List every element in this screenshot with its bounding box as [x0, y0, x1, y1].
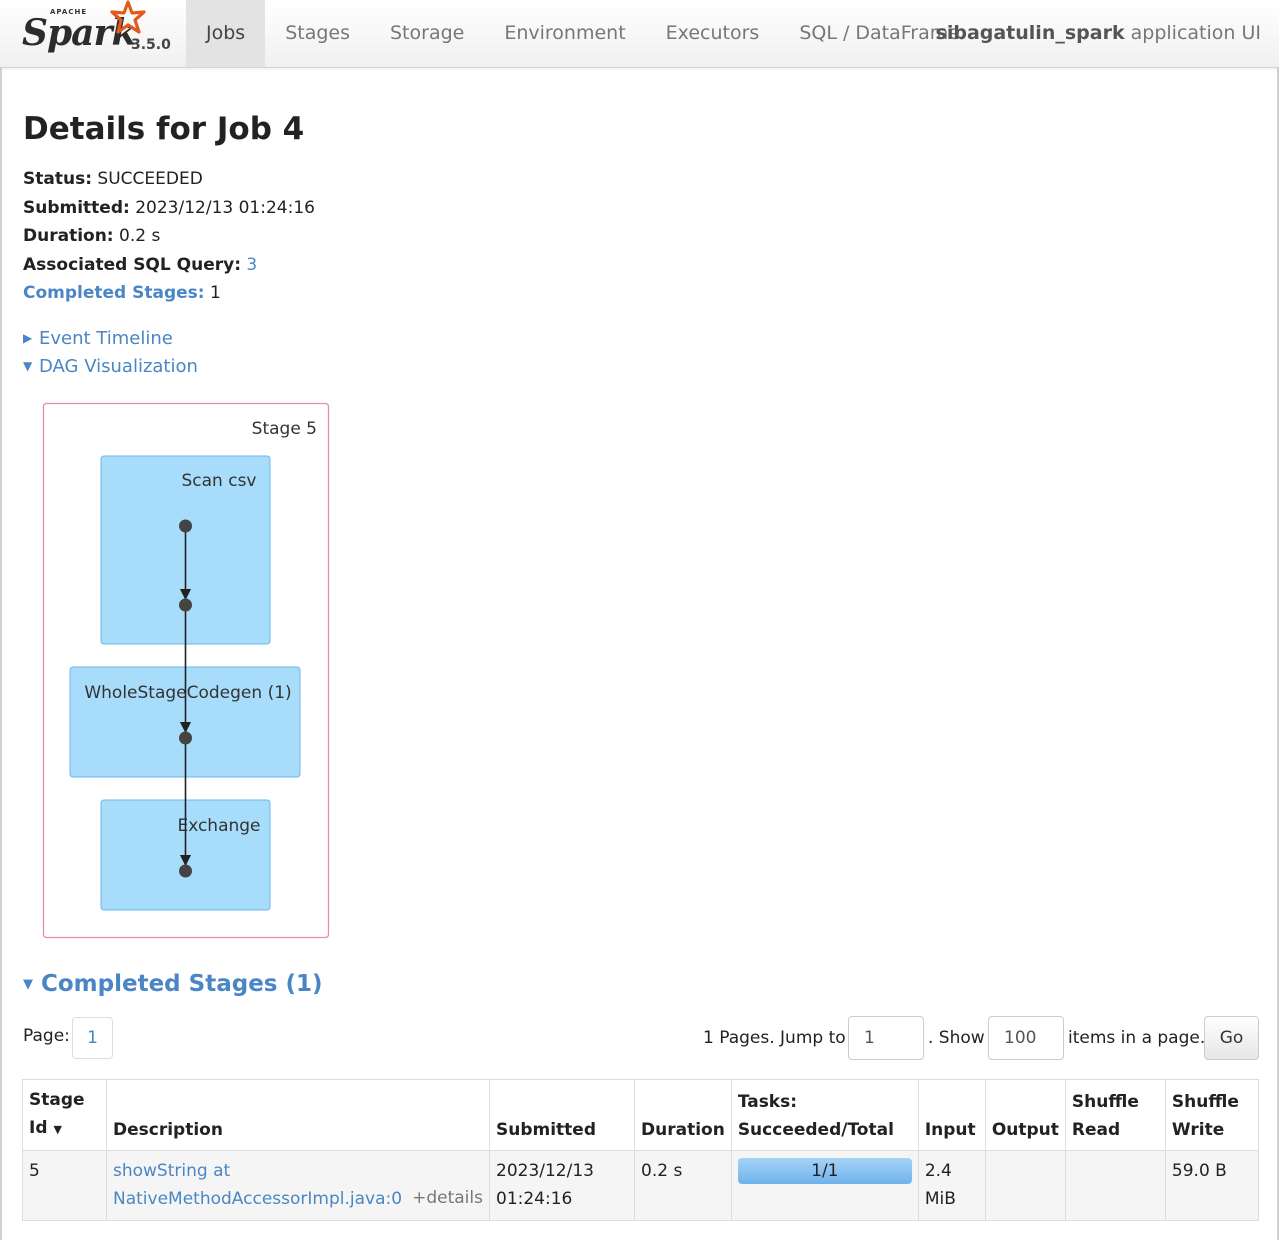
dag-point-2[interactable] — [179, 598, 192, 612]
dag-node-exchange-label: Exchange — [177, 816, 260, 836]
completed-stages-table: Stage Id ▼ Description Submitted Duration … — [22, 1079, 1260, 1221]
tasks-progress-bar: 1/1 — [737, 1158, 912, 1184]
status-value: SUCCEEDED — [92, 169, 203, 189]
dag-node-scan-csv-label: Scan csv — [182, 471, 257, 491]
cell-submitted: 2023/12/13 01:24:16 — [489, 1150, 635, 1221]
dag-node-wholestagecodegen-label: WholeStageCodegen (1) — [84, 683, 291, 703]
summary-completed-stages: Completed Stages: 1 — [23, 279, 315, 308]
show-text: . Show — [928, 1028, 985, 1048]
event-timeline-label: Event Timeline — [39, 328, 173, 349]
application-title: sibagatulin_spark application UI — [936, 0, 1261, 67]
col-submitted[interactable]: Submitted — [489, 1079, 635, 1151]
tasks-progress-label: 1/1 — [811, 1161, 839, 1181]
top-navbar: APACHE Spark 3.5.0 Jobs Stages Storage E… — [0, 0, 1279, 68]
cell-duration: 0.2 s — [634, 1150, 732, 1221]
tab-storage[interactable]: Storage — [370, 0, 484, 67]
summary-status: Status: SUCCEEDED — [23, 165, 315, 194]
dag-point-4[interactable] — [179, 864, 192, 878]
tab-stages[interactable]: Stages — [265, 0, 370, 67]
job-summary: Status: SUCCEEDED Submitted: 2023/12/13 … — [23, 165, 315, 308]
col-stage-id-line1: Stage — [29, 1090, 85, 1110]
details-toggle[interactable]: +details — [412, 1184, 483, 1212]
dag-graph: Stage 5 Scan csv WholeStageCodegen (1) E… — [42, 402, 330, 939]
spark-version: 3.5.0 — [131, 37, 171, 53]
caret-right-icon: ▶ — [23, 331, 33, 345]
submitted-time: 01:24:16 — [496, 1189, 573, 1209]
description-line2: NativeMethodAccessorImpl.java:0 — [113, 1189, 403, 1209]
duration-value: 0.2 s — [113, 226, 161, 246]
cell-input: 2.4 MiB — [917, 1150, 986, 1221]
nav-tabs: Jobs Stages Storage Environment Executor… — [186, 0, 980, 67]
cell-tasks: 1/1 — [730, 1150, 919, 1221]
page-label: Page: — [23, 1026, 70, 1046]
items-per-page-text: items in a page. — [1068, 1028, 1206, 1048]
cell-description: showString at NativeMethodAccessorImpl.ja… — [106, 1150, 490, 1221]
spark-logo[interactable]: APACHE Spark 3.5.0 — [20, 0, 180, 64]
submitted-label: Submitted: — [23, 197, 130, 218]
cell-shuffle-write: 59.0 B — [1164, 1150, 1260, 1221]
caret-down-icon: ▼ — [23, 359, 33, 373]
completed-stages-section-toggle[interactable]: ▼ Completed Stages (1) — [23, 971, 323, 997]
go-button[interactable]: Go — [1204, 1016, 1259, 1060]
col-output[interactable]: Output — [984, 1079, 1066, 1151]
summary-sql-query: Associated SQL Query: 3 — [23, 251, 315, 280]
tab-executors[interactable]: Executors — [646, 0, 780, 67]
stage-description-link[interactable]: showString at NativeMethodAccessorImpl.ja… — [113, 1161, 402, 1209]
submitted-date: 2023/12/13 — [496, 1161, 594, 1181]
summary-duration: Duration: 0.2 s — [23, 222, 315, 251]
sql-query-label: Associated SQL Query: — [23, 254, 241, 275]
col-input[interactable]: Input — [917, 1079, 986, 1151]
col-tasks[interactable]: Tasks: Succeeded/Total — [730, 1079, 919, 1151]
col-shuffle-write-line2: Write — [1171, 1120, 1225, 1140]
col-shuffle-read-line2: Read — [1071, 1120, 1121, 1140]
dag-point-3[interactable] — [179, 731, 192, 745]
page-size-input[interactable]: 100 — [988, 1016, 1064, 1060]
pages-jump-text: 1 Pages. Jump to — [703, 1028, 846, 1048]
page-title: Details for Job 4 — [23, 111, 305, 147]
status-label: Status: — [23, 169, 92, 189]
col-stage-id-line2: Id — [29, 1118, 48, 1138]
duration-label: Duration: — [23, 226, 114, 246]
sql-query-link[interactable]: 3 — [246, 255, 257, 275]
description-line1: showString at — [113, 1161, 231, 1181]
dag-point-1[interactable] — [179, 519, 192, 533]
stage-cluster-label: Stage 5 — [252, 419, 317, 439]
col-shuffle-write-line1: Shuffle — [1171, 1092, 1239, 1112]
col-duration[interactable]: Duration — [634, 1079, 732, 1151]
completed-stages-label: Completed Stages: — [23, 283, 205, 303]
page-number-button[interactable]: 1 — [72, 1017, 113, 1059]
completed-stages-link[interactable]: Completed Stages: — [23, 283, 205, 303]
app-name: sibagatulin_spark — [935, 22, 1125, 44]
tab-jobs[interactable]: Jobs — [186, 0, 266, 67]
dag-visualization-label: DAG Visualization — [39, 356, 198, 377]
summary-submitted: Submitted: 2023/12/13 01:24:16 — [23, 194, 315, 223]
input-unit: MiB — [924, 1189, 956, 1209]
app-suffix: application UI — [1124, 22, 1261, 44]
completed-stages-heading: Completed Stages (1) — [41, 971, 323, 997]
col-shuffle-read-line1: Shuffle — [1071, 1092, 1139, 1112]
submitted-value: 2023/12/13 01:24:16 — [129, 197, 315, 218]
dag-visualization-toggle[interactable]: ▼ DAG Visualization — [23, 356, 198, 377]
completed-stages-value: 1 — [204, 283, 221, 303]
input-value: 2.4 — [924, 1161, 952, 1181]
table-row: 5 showString at NativeMethodAccessorImpl.… — [22, 1150, 1260, 1221]
cell-stage-id: 5 — [22, 1150, 107, 1221]
col-shuffle-write[interactable]: Shuffle Write — [1164, 1079, 1260, 1151]
tab-environment[interactable]: Environment — [484, 0, 645, 67]
cell-output — [984, 1150, 1066, 1221]
caret-down-icon: ▼ — [23, 977, 33, 992]
table-header-row: Stage Id ▼ Description Submitted Duration … — [22, 1079, 1260, 1151]
col-stage-id[interactable]: Stage Id ▼ — [22, 1079, 107, 1151]
cell-shuffle-read — [1064, 1150, 1166, 1221]
spark-star-icon — [110, 0, 146, 34]
col-tasks-line2: Succeeded/Total — [737, 1120, 894, 1140]
col-description[interactable]: Description — [106, 1079, 490, 1151]
col-tasks-line1: Tasks: — [737, 1092, 798, 1112]
event-timeline-toggle[interactable]: ▶ Event Timeline — [23, 328, 173, 349]
jump-to-page-input[interactable]: 1 — [848, 1016, 924, 1060]
col-shuffle-read[interactable]: Shuffle Read — [1064, 1079, 1166, 1151]
sort-desc-icon: ▼ — [53, 1123, 62, 1136]
